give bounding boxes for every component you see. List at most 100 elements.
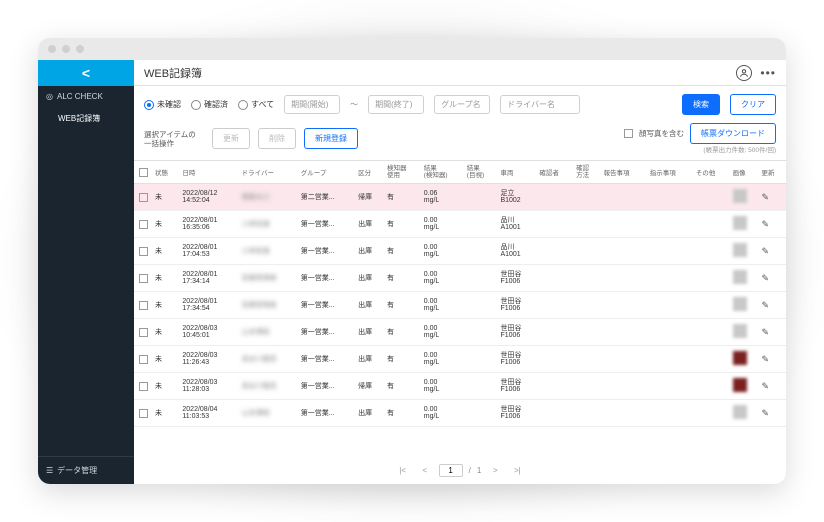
cell-driver: 営業管理者 xyxy=(239,265,298,292)
sidebar-item-web-record[interactable]: WEB記録簿 xyxy=(38,107,134,130)
cell-image xyxy=(730,373,759,400)
thumbnail-image xyxy=(733,189,747,203)
next-page-button[interactable]: > xyxy=(487,462,503,478)
cell-report xyxy=(601,319,647,346)
pagination: |< < / 1 > >| xyxy=(134,456,786,484)
cell-edit: ✎ xyxy=(758,238,786,265)
cell-confirmer xyxy=(536,211,573,238)
row-checkbox[interactable] xyxy=(139,328,148,337)
row-checkbox[interactable] xyxy=(139,220,148,229)
select-all-checkbox[interactable] xyxy=(139,168,148,177)
cell-detector: 有 xyxy=(384,346,421,373)
cell-driver: 営業管理者 xyxy=(239,292,298,319)
driver-input[interactable]: ドライバー名 xyxy=(500,95,580,114)
col-image: 画像 xyxy=(730,161,759,184)
cell-result-det: 0.06mg/L xyxy=(421,184,464,211)
period-end-input[interactable]: 期間(終了) xyxy=(368,95,424,114)
cell-status: 未 xyxy=(152,265,179,292)
table-row[interactable]: 未2022/08/0117:34:14営業管理者第一営業...出庫有0.00mg… xyxy=(134,265,786,292)
new-button[interactable]: 新規登録 xyxy=(304,128,358,149)
radio-unconfirmed[interactable]: 未確認 xyxy=(144,99,181,110)
prev-page-button[interactable]: < xyxy=(417,462,433,478)
database-icon: ☰ xyxy=(46,466,53,475)
cell-edit: ✎ xyxy=(758,400,786,427)
download-button[interactable]: 帳票ダウンロード xyxy=(690,123,776,144)
col-class: 区分 xyxy=(355,161,384,184)
pencil-icon[interactable]: ✎ xyxy=(761,300,769,310)
cell-driver: 齋藤水口 xyxy=(239,184,298,211)
pencil-icon[interactable]: ✎ xyxy=(761,192,769,202)
group-input[interactable]: グループ名 xyxy=(434,95,490,114)
cell-instruct xyxy=(647,238,693,265)
tilde: 〜 xyxy=(350,99,358,110)
sidebar-item-data[interactable]: ☰ データ管理 xyxy=(38,456,134,484)
cell-confirmer xyxy=(536,373,573,400)
bulk-delete-button[interactable]: 削除 xyxy=(258,128,296,149)
cell-detector: 有 xyxy=(384,373,421,400)
clear-button[interactable]: クリア xyxy=(730,94,776,115)
cell-group: 第一営業... xyxy=(298,400,355,427)
pencil-icon[interactable]: ✎ xyxy=(761,381,769,391)
radio-confirmed[interactable]: 確認済 xyxy=(191,99,228,110)
more-icon[interactable]: ••• xyxy=(760,66,776,80)
cell-result-det: 0.00mg/L xyxy=(421,373,464,400)
pencil-icon[interactable]: ✎ xyxy=(761,408,769,418)
thumbnail-image xyxy=(733,216,747,230)
cell-status: 未 xyxy=(152,292,179,319)
search-button[interactable]: 検索 xyxy=(682,94,720,115)
row-checkbox[interactable] xyxy=(139,301,148,310)
cell-edit: ✎ xyxy=(758,319,786,346)
download-note: (帳票出力件数: 500件/回) xyxy=(624,144,776,154)
table-row[interactable]: 未2022/08/0117:04:53小林哲雄第一営業...出庫有0.00mg/… xyxy=(134,238,786,265)
row-checkbox[interactable] xyxy=(139,355,148,364)
account-icon[interactable] xyxy=(736,65,752,81)
table-row[interactable]: 未2022/08/0117:34:54営業管理者第一営業...出庫有0.00mg… xyxy=(134,292,786,319)
cell-vehicle: 世田谷F1006 xyxy=(497,346,536,373)
sidebar-item-alc-check[interactable]: ◎ ALC CHECK xyxy=(38,86,134,107)
cell-detector: 有 xyxy=(384,184,421,211)
bulk-update-button[interactable]: 更新 xyxy=(212,128,250,149)
row-checkbox[interactable] xyxy=(139,247,148,256)
toolbar: 選択アイテムの一括操作 更新 削除 新規登録 顔写真を含む 帳票ダウンロード (… xyxy=(134,119,786,160)
page-input[interactable] xyxy=(439,464,463,477)
cell-other xyxy=(693,238,730,265)
col-edit: 更新 xyxy=(758,161,786,184)
col-instruct: 指示事項 xyxy=(647,161,693,184)
first-page-button[interactable]: |< xyxy=(395,462,411,478)
cell-class: 出庫 xyxy=(355,238,384,265)
cell-edit: ✎ xyxy=(758,373,786,400)
row-checkbox[interactable] xyxy=(139,409,148,418)
pencil-icon[interactable]: ✎ xyxy=(761,246,769,256)
cell-other xyxy=(693,346,730,373)
table-row[interactable]: 未2022/08/0116:35:06小林哲雄第一営業...出庫有0.00mg/… xyxy=(134,211,786,238)
records-table-wrap[interactable]: 状態 日時 ドライバー グループ 区分 検知器使用 結果(検知器) 結果(目視)… xyxy=(134,160,786,456)
cell-report xyxy=(601,400,647,427)
period-start-input[interactable]: 期間(開始) xyxy=(284,95,340,114)
cell-vehicle: 世田谷F1006 xyxy=(497,373,536,400)
cell-method xyxy=(573,346,600,373)
pencil-icon[interactable]: ✎ xyxy=(761,354,769,364)
table-row[interactable]: 未2022/08/0311:28:03長谷川隆吾第一営業...帰庫有0.00mg… xyxy=(134,373,786,400)
cell-result-eye xyxy=(464,265,498,292)
cell-class: 出庫 xyxy=(355,400,384,427)
sidebar-label: ALC CHECK xyxy=(57,92,103,101)
table-row[interactable]: 未2022/08/0411:03:53山本博昭第一営業...出庫有0.00mg/… xyxy=(134,400,786,427)
app-logo[interactable]: < xyxy=(38,60,134,86)
table-row[interactable]: 未2022/08/1214:52:04齋藤水口第二営業...帰庫有0.06mg/… xyxy=(134,184,786,211)
row-checkbox[interactable] xyxy=(139,274,148,283)
pencil-icon[interactable]: ✎ xyxy=(761,219,769,229)
last-page-button[interactable]: >| xyxy=(509,462,525,478)
row-checkbox[interactable] xyxy=(139,193,148,202)
table-row[interactable]: 未2022/08/0310:45:01山本博昭第一営業...出庫有0.00mg/… xyxy=(134,319,786,346)
radio-all[interactable]: すべて xyxy=(238,99,274,110)
cell-class: 帰庫 xyxy=(355,373,384,400)
pencil-icon[interactable]: ✎ xyxy=(761,273,769,283)
include-photo-checkbox[interactable] xyxy=(624,129,633,138)
pencil-icon[interactable]: ✎ xyxy=(761,327,769,337)
bulk-label: 選択アイテムの一括操作 xyxy=(144,130,204,148)
table-row[interactable]: 未2022/08/0311:26:43長谷川隆吾第一営業...出庫有0.00mg… xyxy=(134,346,786,373)
cell-status: 未 xyxy=(152,373,179,400)
cell-vehicle: 世田谷F1006 xyxy=(497,265,536,292)
row-checkbox[interactable] xyxy=(139,382,148,391)
cell-detector: 有 xyxy=(384,211,421,238)
